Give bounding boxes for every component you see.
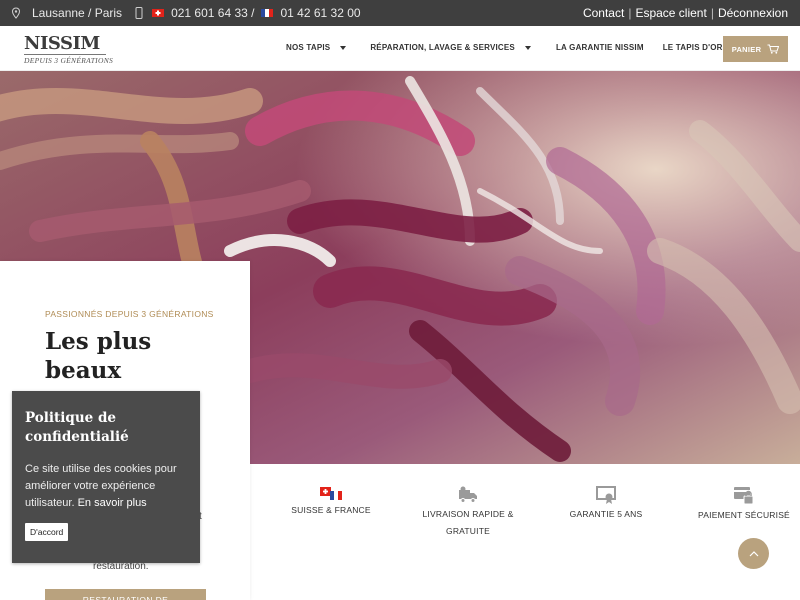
nav-item-nos-tapis[interactable]: NOS TAPIS [286,43,347,52]
site-logo[interactable]: NISSIM DEPUIS 3 GÉNÉRATIONS [24,33,114,65]
cookie-text: Ce site utilise des cookies pour amélior… [25,461,193,512]
nav-item-reparation[interactable]: RÉPARATION, LAVAGE & SERVICES [370,43,531,52]
main-nav: NOS TAPIS RÉPARATION, LAVAGE & SERVICES … [286,43,758,52]
feature-livraison: LIVRAISON RAPIDE & GRATUITE [418,486,518,540]
feature-label: LIVRAISON RAPIDE & GRATUITE [422,509,514,536]
secure-card-icon [734,487,754,505]
top-bar-links: Contact | Espace client | Déconnexion [583,6,788,20]
logo-brand: NISSIM [24,33,100,54]
chevron-down-icon [524,45,531,50]
contact-link[interactable]: Contact [583,6,624,20]
learn-more-link[interactable]: En savoir plus [78,497,147,509]
hero-title: Les plus beaux [45,328,152,384]
cart-button[interactable]: PANIER [723,36,788,62]
cart-label: PANIER [731,44,762,54]
chevron-down-icon [340,45,347,50]
delivery-truck-icon [459,486,477,503]
cart-icon [767,44,780,54]
french-flag-icon [261,9,274,17]
swiss-flag-icon [152,9,165,17]
cookie-consent-popup: Politique de confidentialié Ce site util… [12,391,200,563]
feature-label: GARANTIE 5 ANS [569,509,643,519]
top-bar-contact-info: Lausanne / Paris 021 601 64 33 / 01 42 6… [10,6,361,20]
feature-paiement: PAIEMENT SÉCURISÉ [698,486,790,524]
cookie-title: Politique de confidentialié [25,410,129,445]
nav-item-garantie[interactable]: LA GARANTIE NISSIM [556,43,644,52]
chevron-up-icon [749,550,758,556]
nav-label: RÉPARATION, LAVAGE & SERVICES [370,43,515,52]
nav-label: NOS TAPIS [286,43,331,52]
phone-ch[interactable]: 021 601 64 33 / [171,6,254,20]
top-bar: Lausanne / Paris 021 601 64 33 / 01 42 6… [0,0,800,26]
hero-eyebrow: PASSIONNÉS DEPUIS 3 GÉNÉRATIONS [45,309,214,319]
feature-suisse-france: SUISSE & FRANCE [291,487,371,519]
location-text: Lausanne / Paris [32,6,123,20]
phone-icon [135,7,143,19]
feature-label: PAIEMENT SÉCURISÉ [698,510,790,520]
feature-label: SUISSE & FRANCE [291,505,371,515]
client-area-link[interactable]: Espace client [635,6,706,20]
feature-garantie: GARANTIE 5 ANS [566,486,646,523]
restoration-button[interactable]: RESTAURATION DE [45,589,206,600]
accept-cookies-button[interactable]: D'accord [25,523,69,541]
divider: | [710,6,714,20]
divider: | [628,6,632,20]
phone-fr[interactable]: 01 42 61 32 00 [280,6,360,20]
logo-tagline: DEPUIS 3 GÉNÉRATIONS [24,54,114,65]
logout-link[interactable]: Déconnexion [718,6,788,20]
map-pin-icon [11,7,21,19]
swiss-french-flags-icon [320,487,342,500]
scroll-to-top-button[interactable] [738,538,769,569]
nav-label: LA GARANTIE NISSIM [555,43,644,52]
main-header: NISSIM DEPUIS 3 GÉNÉRATIONS NOS TAPIS RÉ… [0,26,800,71]
certificate-icon [596,486,616,504]
